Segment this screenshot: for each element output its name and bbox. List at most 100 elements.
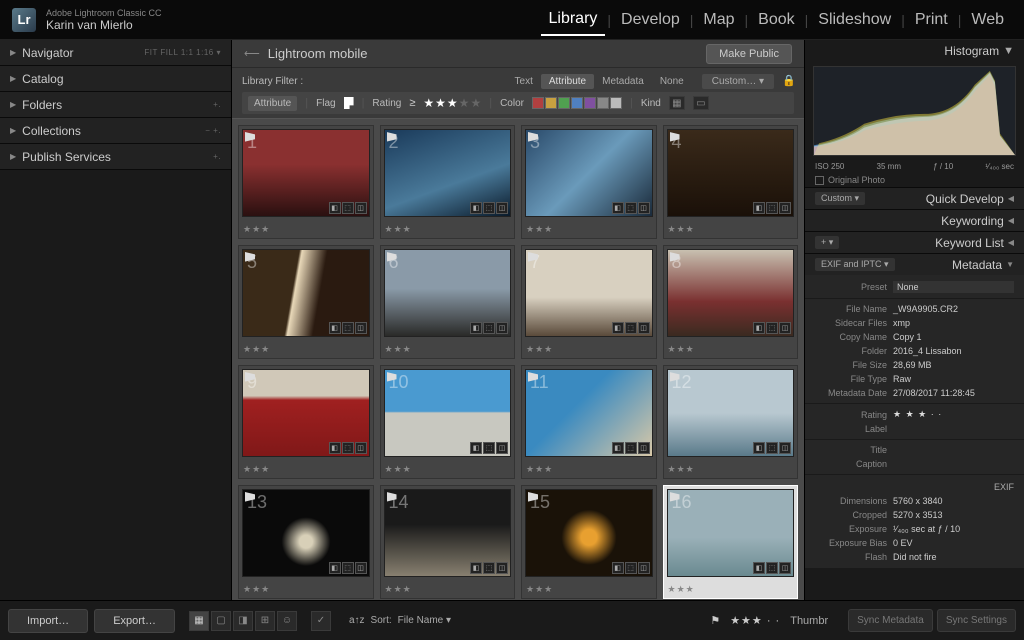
thumbnail[interactable]: 16◧⬚◫★★★ bbox=[663, 485, 799, 599]
badge-icon: ⬚ bbox=[483, 562, 495, 574]
thumb-rating[interactable]: ★★★ bbox=[668, 464, 695, 475]
badge-icon: ⬚ bbox=[342, 322, 354, 334]
panel-folders[interactable]: ▶Folders+. bbox=[0, 92, 231, 118]
thumb-rating[interactable]: ★★★ bbox=[243, 344, 270, 355]
histo-shutter: ¹⁄₄₀₀ sec bbox=[985, 162, 1014, 171]
thumb-rating[interactable]: ★★★ bbox=[243, 224, 270, 235]
bottom-rating[interactable]: ★★★ · · bbox=[730, 614, 780, 627]
color-swatch[interactable] bbox=[584, 97, 596, 109]
thumb-rating[interactable]: ★★★ bbox=[243, 584, 270, 595]
kind-video-icon[interactable]: ▭ bbox=[693, 96, 709, 110]
rating-filter[interactable]: ★★★★★ bbox=[423, 96, 481, 110]
thumb-rating[interactable]: ★★★ bbox=[243, 464, 270, 475]
thumb-rating[interactable]: ★★★ bbox=[385, 224, 412, 235]
panel-catalog[interactable]: ▶Catalog bbox=[0, 66, 231, 92]
filter-attribute[interactable]: Attribute bbox=[248, 96, 297, 111]
panel-navigator[interactable]: ▶NavigatorFIT FILL 1:1 1:16 ▾ bbox=[0, 40, 231, 66]
export-button[interactable]: Export… bbox=[94, 609, 175, 633]
histo-iso: ISO 250 bbox=[815, 162, 844, 171]
module-library[interactable]: Library bbox=[541, 4, 606, 36]
panel-metadata[interactable]: EXIF and IPTC ▾Metadata▼ bbox=[805, 253, 1024, 275]
thumbnail[interactable]: 1◧⬚◫★★★ bbox=[238, 125, 374, 239]
thumb-rating[interactable]: ★★★ bbox=[385, 344, 412, 355]
color-swatch[interactable] bbox=[545, 97, 557, 109]
thumb-rating[interactable]: ★★★ bbox=[526, 224, 553, 235]
survey-view-icon[interactable]: ⊞ bbox=[255, 611, 275, 631]
back-icon[interactable]: ⟵ bbox=[244, 47, 260, 60]
rating-operator[interactable]: ≥ bbox=[409, 97, 415, 109]
flag-toggle-icon[interactable]: ⚑ bbox=[710, 614, 720, 627]
badge-icon: ⬚ bbox=[483, 202, 495, 214]
histogram-toggle-icon[interactable]: ▼ bbox=[1003, 45, 1014, 57]
module-slideshow[interactable]: Slideshow bbox=[810, 5, 899, 35]
filter-tab-none[interactable]: None bbox=[652, 74, 692, 89]
thumbnail[interactable]: 7◧⬚◫★★★ bbox=[521, 245, 657, 359]
thumbnail[interactable]: 9◧⬚◫★★★ bbox=[238, 365, 374, 479]
thumbnail[interactable]: 11◧⬚◫★★★ bbox=[521, 365, 657, 479]
flag-icon[interactable] bbox=[344, 97, 354, 109]
meta-row: Exposure Bias0 EV bbox=[805, 536, 1024, 550]
panel-quick-develop[interactable]: Custom ▾Quick Develop◀ bbox=[805, 187, 1024, 209]
make-public-button[interactable]: Make Public bbox=[706, 44, 792, 64]
filter-kind-label: Kind bbox=[641, 98, 661, 109]
sort-direction-icon[interactable]: a↑z bbox=[349, 615, 365, 626]
meta-row: File TypeRaw bbox=[805, 372, 1024, 386]
filter-preset-dropdown[interactable]: Custom… ▾ bbox=[702, 74, 774, 89]
thumbnail[interactable]: 4◧⬚◫★★★ bbox=[663, 125, 799, 239]
people-view-icon[interactable]: ☺ bbox=[277, 611, 297, 631]
module-book[interactable]: Book bbox=[750, 5, 802, 35]
thumbnail[interactable]: 6◧⬚◫★★★ bbox=[380, 245, 516, 359]
sync-settings-button[interactable]: Sync Settings bbox=[937, 609, 1016, 632]
thumbnail[interactable]: 12◧⬚◫★★★ bbox=[663, 365, 799, 479]
filter-tab-attribute[interactable]: Attribute bbox=[541, 74, 594, 89]
panel-keyword-list[interactable]: + ▾Keyword List◀ bbox=[805, 231, 1024, 253]
filter-tab-metadata[interactable]: Metadata bbox=[594, 74, 652, 89]
panel-publish-services[interactable]: ▶Publish Services+. bbox=[0, 144, 231, 170]
meta-rating[interactable]: ★ ★ ★ · · bbox=[893, 409, 1014, 420]
module-develop[interactable]: Develop bbox=[613, 5, 688, 35]
histo-focal: 35 mm bbox=[877, 162, 901, 171]
thumbnail[interactable]: 8◧⬚◫★★★ bbox=[663, 245, 799, 359]
badge-icon: ⬚ bbox=[625, 202, 637, 214]
thumb-rating[interactable]: ★★★ bbox=[668, 584, 695, 595]
panel-collections[interactable]: ▶Collections− +. bbox=[0, 118, 231, 144]
thumb-rating[interactable]: ★★★ bbox=[668, 344, 695, 355]
badge-icon: ◧ bbox=[470, 322, 482, 334]
color-swatch[interactable] bbox=[610, 97, 622, 109]
thumbnail[interactable]: 14◧⬚◫★★★ bbox=[380, 485, 516, 599]
grid-view-icon[interactable]: ▦ bbox=[189, 611, 209, 631]
badge-icon: ◧ bbox=[753, 322, 765, 334]
module-web[interactable]: Web bbox=[963, 5, 1012, 35]
thumb-rating[interactable]: ★★★ bbox=[668, 224, 695, 235]
thumb-rating[interactable]: ★★★ bbox=[526, 464, 553, 475]
thumbnail[interactable]: 15◧⬚◫★★★ bbox=[521, 485, 657, 599]
sort-dropdown[interactable]: File Name ▾ bbox=[398, 615, 451, 626]
thumb-rating[interactable]: ★★★ bbox=[385, 584, 412, 595]
collection-title: Lightroom mobile bbox=[268, 46, 706, 61]
spray-icon[interactable]: ✓ bbox=[311, 611, 331, 631]
compare-view-icon[interactable]: ◨ bbox=[233, 611, 253, 631]
thumbnail[interactable]: 5◧⬚◫★★★ bbox=[238, 245, 374, 359]
loupe-view-icon[interactable]: ▢ bbox=[211, 611, 231, 631]
thumbnail[interactable]: 3◧⬚◫★★★ bbox=[521, 125, 657, 239]
thumbnail[interactable]: 2◧⬚◫★★★ bbox=[380, 125, 516, 239]
thumb-rating[interactable]: ★★★ bbox=[385, 464, 412, 475]
thumb-rating[interactable]: ★★★ bbox=[526, 344, 553, 355]
filter-tab-text[interactable]: Text bbox=[507, 74, 541, 89]
color-swatch[interactable] bbox=[571, 97, 583, 109]
histogram[interactable] bbox=[813, 66, 1016, 156]
thumbnail[interactable]: 10◧⬚◫★★★ bbox=[380, 365, 516, 479]
color-swatch[interactable] bbox=[532, 97, 544, 109]
lock-icon[interactable]: 🔒 bbox=[782, 74, 794, 88]
thumb-rating[interactable]: ★★★ bbox=[526, 584, 553, 595]
import-button[interactable]: Import… bbox=[8, 609, 88, 633]
panel-keywording[interactable]: Keywording◀ bbox=[805, 209, 1024, 231]
color-swatch[interactable] bbox=[558, 97, 570, 109]
thumbnail[interactable]: 13◧⬚◫★★★ bbox=[238, 485, 374, 599]
module-print[interactable]: Print bbox=[907, 5, 956, 35]
color-swatch[interactable] bbox=[597, 97, 609, 109]
module-map[interactable]: Map bbox=[695, 5, 742, 35]
kind-all-icon[interactable]: ▦ bbox=[669, 96, 685, 110]
sync-metadata-button[interactable]: Sync Metadata bbox=[848, 609, 933, 632]
original-photo-checkbox[interactable] bbox=[815, 176, 824, 185]
